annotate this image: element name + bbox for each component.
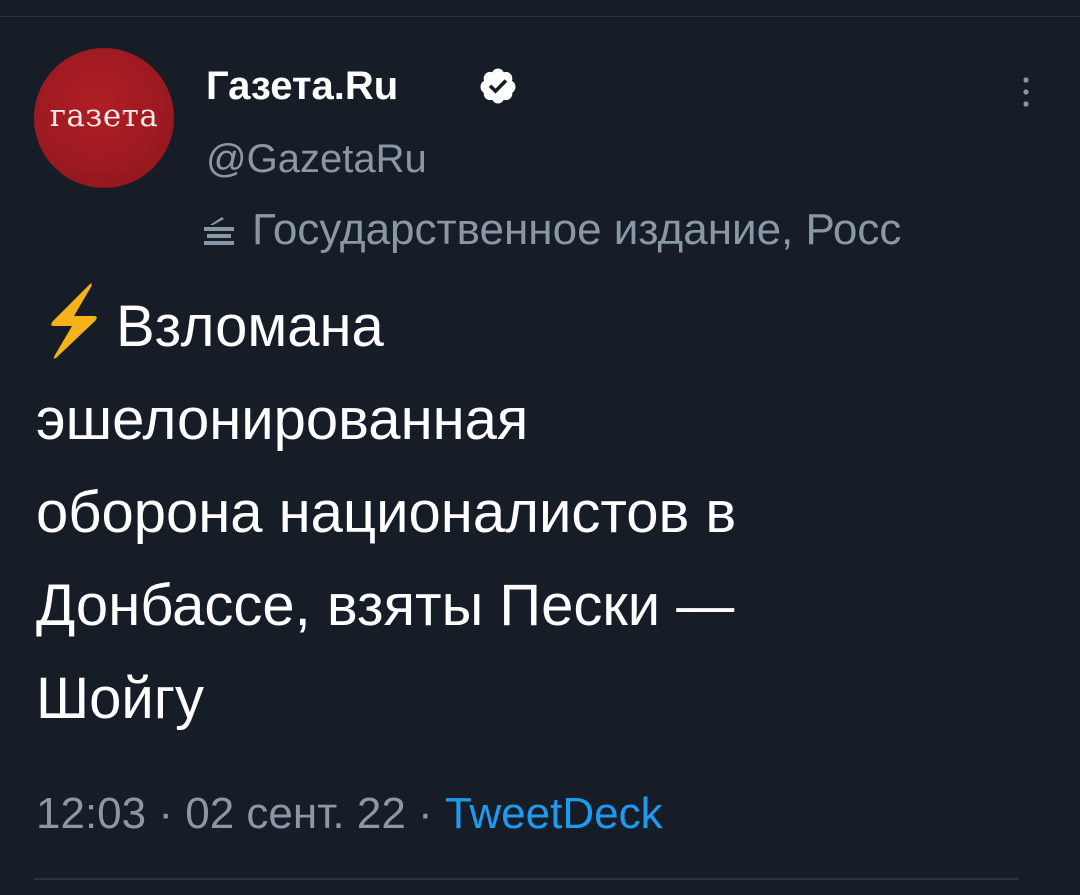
tweet-text: Взломана эшелонированная оборона национа… bbox=[36, 280, 1046, 745]
meta-separator: · bbox=[146, 789, 186, 838]
tweet-time[interactable]: 12:03 bbox=[36, 789, 146, 838]
avatar-logo-text: газета bbox=[49, 98, 159, 134]
tweet-line: оборона националистов в bbox=[36, 480, 737, 545]
lightning-bolt-emoji bbox=[51, 283, 97, 359]
tweet-line: эшелонированная bbox=[36, 387, 529, 452]
avatar[interactable]: газета bbox=[34, 48, 174, 188]
verified-badge-icon bbox=[480, 68, 516, 104]
tweet-source-link[interactable]: TweetDeck bbox=[445, 789, 663, 838]
more-vertical-icon[interactable] bbox=[1016, 74, 1036, 110]
display-name[interactable]: Газета.Ru bbox=[206, 62, 398, 110]
tweet-date[interactable]: 02 сент. 22 bbox=[185, 789, 406, 838]
tweet-line: Шойгу bbox=[36, 666, 204, 731]
state-media-label-text: Государственное издание, Росс bbox=[252, 205, 902, 254]
state-media-label[interactable]: Государственное издание, Росс bbox=[200, 200, 1080, 260]
tweet-meta: 12:03 · 02 сент. 22 · TweetDeck bbox=[36, 786, 663, 842]
tweet-line-text: Взломана bbox=[116, 294, 384, 359]
tweet-line: Взломана bbox=[36, 280, 1046, 373]
bottom-divider bbox=[34, 878, 1019, 880]
podium-icon bbox=[204, 217, 234, 245]
meta-separator: · bbox=[405, 789, 445, 838]
top-divider bbox=[0, 16, 1080, 17]
tweet-line: Донбассе, взяты Пески — bbox=[36, 573, 735, 638]
account-handle[interactable]: @GazetaRu bbox=[206, 134, 427, 184]
